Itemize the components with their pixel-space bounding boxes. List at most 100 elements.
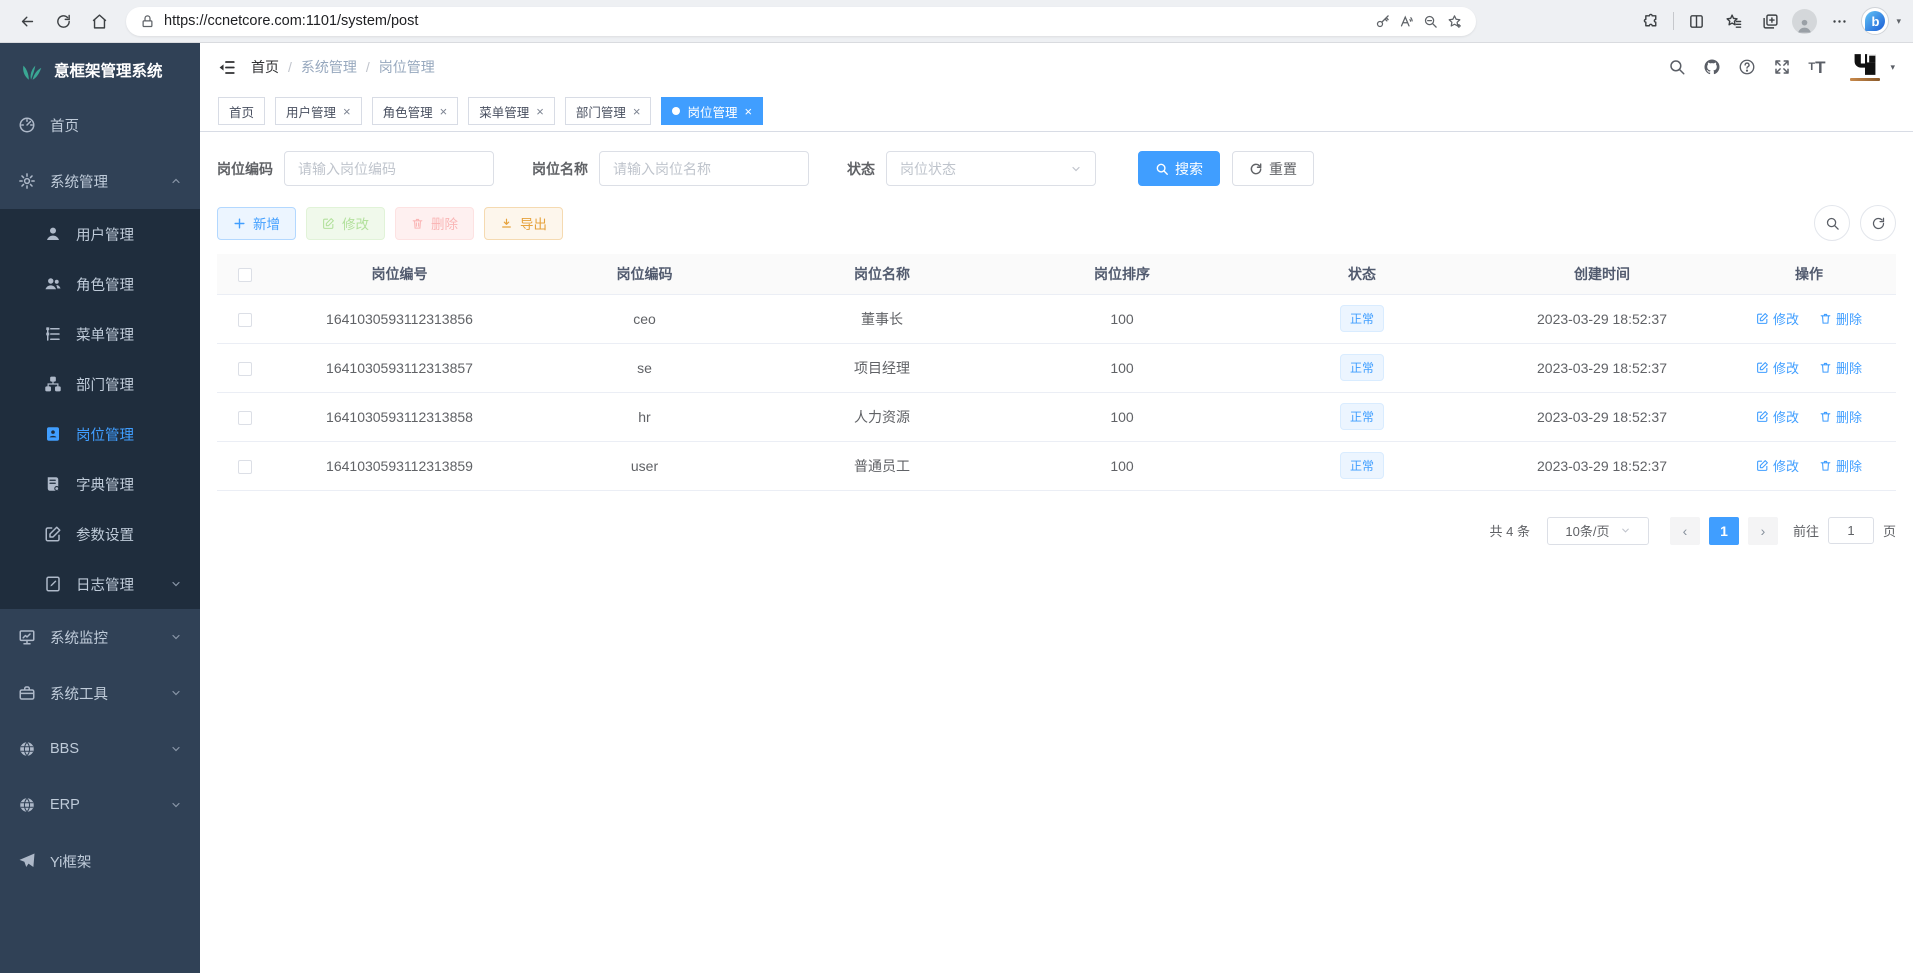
sidebar-item-role-mgmt[interactable]: 角色管理	[0, 259, 200, 309]
close-icon[interactable]: ×	[633, 105, 641, 118]
browser-home-button[interactable]	[84, 6, 114, 36]
collections-icon[interactable]	[1755, 6, 1785, 36]
sidebar-item-monitor[interactable]: 系统监控	[0, 609, 200, 665]
bing-copilot-icon[interactable]: b	[1861, 7, 1889, 35]
row-edit-link[interactable]: 修改	[1756, 358, 1799, 377]
favorites-hub-icon[interactable]	[1718, 6, 1748, 36]
goto-label: 前往	[1793, 521, 1819, 540]
row-delete-link[interactable]: 删除	[1819, 309, 1862, 328]
sidebar-item-label: 首页	[50, 115, 79, 136]
user-menu[interactable]: ▾	[1848, 52, 1895, 82]
app-logo[interactable]: 意框架管理系统	[0, 43, 200, 97]
reset-button[interactable]: 重置	[1232, 151, 1314, 186]
status-select[interactable]: 岗位状态	[886, 151, 1096, 186]
row-delete-link[interactable]: 删除	[1819, 407, 1862, 426]
sidebar-item-label: 岗位管理	[76, 424, 134, 445]
browser-back-button[interactable]	[12, 6, 42, 36]
password-key-icon[interactable]	[1375, 14, 1390, 29]
browser-refresh-button[interactable]	[48, 6, 78, 36]
download-icon	[500, 217, 513, 230]
export-button[interactable]: 导出	[484, 207, 563, 240]
row-edit-link[interactable]: 修改	[1756, 456, 1799, 475]
page-1-button[interactable]: 1	[1709, 517, 1739, 545]
sidebar-item-home[interactable]: 首页	[0, 97, 200, 153]
row-checkbox[interactable]	[238, 411, 252, 425]
header-search-icon[interactable]	[1668, 58, 1686, 76]
help-icon[interactable]	[1738, 58, 1756, 76]
total-count: 共 4 条	[1490, 521, 1530, 540]
sidebar-item-post-mgmt[interactable]: 岗位管理	[0, 409, 200, 459]
status-badge: 正常	[1340, 305, 1384, 332]
select-all-checkbox[interactable]	[238, 268, 252, 282]
extensions-icon[interactable]	[1636, 6, 1666, 36]
tab-dept-mgmt[interactable]: 部门管理 ×	[565, 97, 652, 125]
fullscreen-icon[interactable]	[1773, 58, 1791, 76]
url-text[interactable]: https://ccnetcore.com:1101/system/post	[164, 13, 1366, 29]
app-frame: 意框架管理系统 首页 系统管理 用户管理	[0, 43, 1913, 973]
close-icon[interactable]: ×	[536, 105, 544, 118]
sidebar-fold-icon[interactable]	[218, 58, 237, 77]
page-size-select[interactable]: 10条/页	[1547, 517, 1649, 545]
tab-role-mgmt[interactable]: 角色管理 ×	[372, 97, 459, 125]
browser-profile-avatar[interactable]	[1792, 9, 1817, 34]
users-icon	[44, 275, 62, 293]
split-screen-icon[interactable]	[1681, 6, 1711, 36]
row-checkbox[interactable]	[238, 313, 252, 327]
delete-button[interactable]: 删除	[395, 207, 474, 240]
tab-menu-mgmt[interactable]: 菜单管理 ×	[468, 97, 555, 125]
row-checkbox[interactable]	[238, 460, 252, 474]
close-icon[interactable]: ×	[343, 105, 351, 118]
col-actions: 操作	[1722, 254, 1896, 294]
sidebar-item-erp[interactable]: ERP	[0, 777, 200, 833]
tab-home[interactable]: 首页	[218, 97, 265, 125]
sidebar-item-label: 字典管理	[76, 474, 134, 495]
row-edit-link[interactable]: 修改	[1756, 407, 1799, 426]
sidebar-item-tools[interactable]: 系统工具	[0, 665, 200, 721]
address-bar[interactable]: https://ccnetcore.com:1101/system/post	[126, 7, 1476, 36]
sidebar-item-bbs[interactable]: BBS	[0, 721, 200, 777]
row-edit-link[interactable]: 修改	[1756, 309, 1799, 328]
sidebar-item-menu-mgmt[interactable]: 菜单管理	[0, 309, 200, 359]
trash-icon	[1819, 361, 1832, 374]
browser-settings-menu-icon[interactable]	[1824, 6, 1854, 36]
tab-post-mgmt[interactable]: 岗位管理 ×	[661, 97, 763, 125]
github-icon[interactable]	[1703, 58, 1721, 76]
edit-button[interactable]: 修改	[306, 207, 385, 240]
close-icon[interactable]: ×	[744, 105, 752, 118]
post-code-input[interactable]	[284, 151, 494, 186]
sidebar-item-system[interactable]: 系统管理	[0, 153, 200, 209]
pagination: 共 4 条 10条/页 ‹ 1 › 前往 页	[217, 517, 1896, 545]
refresh-table-button[interactable]	[1860, 205, 1896, 241]
row-checkbox[interactable]	[238, 362, 252, 376]
close-icon[interactable]: ×	[440, 105, 448, 118]
sidebar-item-dept-mgmt[interactable]: 部门管理	[0, 359, 200, 409]
sidebar-panel-caret-icon[interactable]: ▾	[1896, 16, 1901, 27]
read-aloud-icon[interactable]	[1399, 14, 1414, 29]
row-delete-link[interactable]: 删除	[1819, 456, 1862, 475]
sidebar-item-user-mgmt[interactable]: 用户管理	[0, 209, 200, 259]
add-button[interactable]: 新增	[217, 207, 296, 240]
sidebar-item-param-settings[interactable]: 参数设置	[0, 509, 200, 559]
sidebar-item-label: 系统管理	[50, 171, 108, 192]
sidebar-item-dict-mgmt[interactable]: 字典管理	[0, 459, 200, 509]
zoom-out-icon[interactable]	[1423, 14, 1438, 29]
topbar: 首页 / 系统管理 / 岗位管理 TT	[200, 43, 1913, 91]
edit-icon	[1756, 410, 1769, 423]
prev-page-button[interactable]: ‹	[1670, 517, 1700, 545]
row-delete-link[interactable]: 删除	[1819, 358, 1862, 377]
sidebar-item-log-mgmt[interactable]: 日志管理	[0, 559, 200, 609]
search-button[interactable]: 搜索	[1138, 151, 1220, 186]
breadcrumb-home[interactable]: 首页	[251, 57, 279, 77]
goto-page-input[interactable]	[1828, 517, 1874, 544]
favorite-star-icon[interactable]	[1447, 14, 1462, 29]
font-size-icon[interactable]: TT	[1808, 59, 1825, 76]
post-name-input[interactable]	[599, 151, 809, 186]
toggle-search-button[interactable]	[1814, 205, 1850, 241]
chevron-down-icon	[170, 578, 182, 590]
sidebar-item-yi-framework[interactable]: Yi框架	[0, 833, 200, 889]
tab-user-mgmt[interactable]: 用户管理 ×	[275, 97, 362, 125]
sidebar-item-label: 菜单管理	[76, 324, 134, 345]
breadcrumb-separator: /	[366, 59, 370, 75]
next-page-button[interactable]: ›	[1748, 517, 1778, 545]
user-caret-icon: ▾	[1890, 62, 1895, 73]
